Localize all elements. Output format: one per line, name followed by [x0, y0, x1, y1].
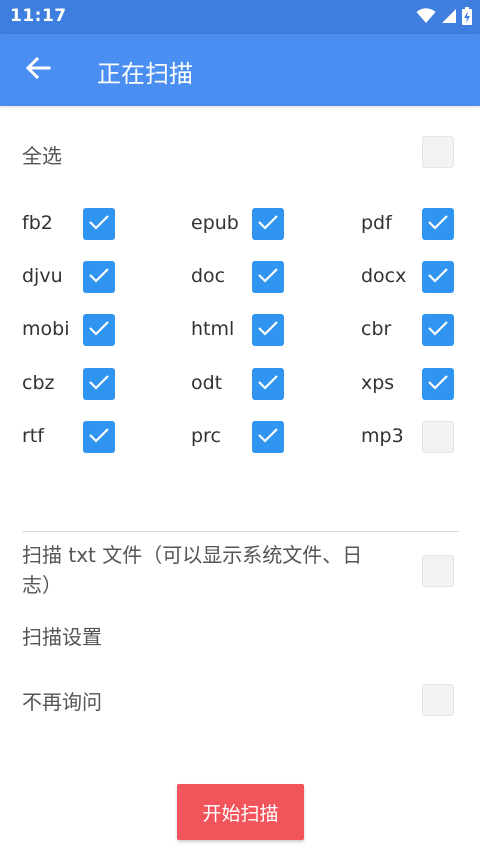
format-checkbox[interactable] [252, 261, 284, 293]
format-checkbox[interactable] [422, 314, 454, 346]
page-title: 正在扫描 [97, 60, 193, 88]
checkmark-icon [88, 213, 110, 235]
format-label: mp3 [361, 425, 404, 447]
format-checkbox[interactable] [83, 261, 115, 293]
format-checkbox[interactable] [252, 208, 284, 240]
back-button[interactable] [22, 56, 54, 84]
scan-settings-label[interactable]: 扫描设置 [22, 621, 102, 650]
select-all-row: 全选 [0, 128, 480, 180]
format-item: cbr [361, 310, 480, 350]
format-label: epub [191, 212, 239, 234]
format-label: cbr [361, 318, 392, 340]
format-item: rtf [22, 417, 182, 457]
status-time: 11:17 [10, 6, 67, 26]
start-scan-button[interactable]: 开始扫描 [177, 784, 304, 840]
battery-icon [462, 7, 472, 29]
checkmark-icon [88, 373, 110, 395]
scan-txt-label: 扫描 txt 文件（可以显示系统文件、日志） [22, 543, 363, 597]
format-label: html [191, 318, 235, 340]
format-label: djvu [22, 265, 63, 287]
format-checkbox[interactable] [422, 261, 454, 293]
format-item: mp3 [361, 417, 480, 457]
format-item: mobi [22, 310, 182, 350]
arrow-left-icon [25, 56, 51, 84]
wifi-icon [416, 8, 436, 28]
checkmark-icon [427, 373, 449, 395]
format-checkbox[interactable] [252, 368, 284, 400]
format-label: xps [361, 372, 395, 394]
format-checkbox[interactable] [83, 368, 115, 400]
checkmark-icon [88, 426, 110, 448]
no-ask-checkbox[interactable] [422, 684, 454, 716]
format-item: djvu [22, 257, 182, 297]
format-label: rtf [22, 425, 44, 447]
format-checkbox[interactable] [83, 208, 115, 240]
format-item: epub [191, 204, 351, 244]
app-bar: 正在扫描 [0, 34, 480, 106]
status-icons [416, 7, 472, 29]
select-all-label: 全选 [22, 144, 62, 168]
format-checkbox[interactable] [83, 314, 115, 346]
checkmark-icon [88, 266, 110, 288]
format-checkbox[interactable] [252, 421, 284, 453]
format-checkbox[interactable] [83, 421, 115, 453]
format-item: cbz [22, 364, 182, 404]
signal-icon [442, 8, 456, 28]
format-item: prc [191, 417, 351, 457]
format-label: odt [191, 372, 223, 394]
format-label: prc [191, 425, 221, 447]
format-label: fb2 [22, 212, 53, 234]
select-all-checkbox[interactable] [422, 136, 454, 168]
format-item: docx [361, 257, 480, 297]
format-label: cbz [22, 372, 55, 394]
format-item: html [191, 310, 351, 350]
checkmark-icon [427, 266, 449, 288]
checkmark-icon [257, 319, 279, 341]
checkmark-icon [427, 319, 449, 341]
checkmark-icon [88, 319, 110, 341]
checkmark-icon [427, 213, 449, 235]
format-checkbox[interactable] [422, 208, 454, 240]
format-label: doc [191, 265, 226, 287]
scan-txt-checkbox[interactable] [422, 555, 454, 587]
format-label: docx [361, 265, 407, 287]
format-item: odt [191, 364, 351, 404]
checkmark-icon [257, 266, 279, 288]
format-checkbox[interactable] [422, 421, 454, 453]
format-checkbox[interactable] [422, 368, 454, 400]
format-item: fb2 [22, 204, 182, 244]
format-label: mobi [22, 318, 70, 340]
checkmark-icon [257, 373, 279, 395]
format-item: pdf [361, 204, 480, 244]
format-label: pdf [361, 212, 392, 234]
divider [22, 531, 459, 532]
checkmark-icon [257, 213, 279, 235]
no-ask-label: 不再询问 [22, 690, 102, 714]
status-bar: 11:17 [0, 0, 480, 34]
format-item: xps [361, 364, 480, 404]
checkmark-icon [257, 426, 279, 448]
format-item: doc [191, 257, 351, 297]
format-checkbox[interactable] [252, 314, 284, 346]
